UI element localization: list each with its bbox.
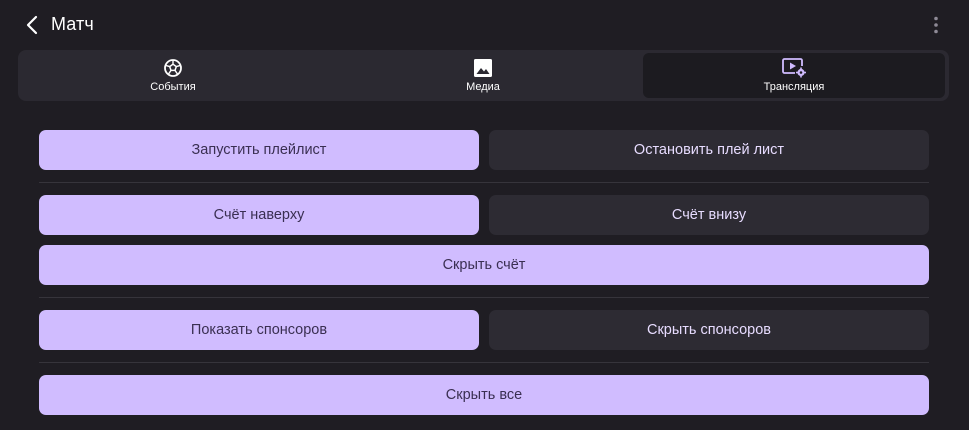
more-vertical-icon (934, 16, 938, 34)
tab-label: События (150, 81, 196, 93)
video-settings-icon (781, 58, 807, 78)
tab-label: Трансляция (763, 81, 825, 93)
score-bottom-button[interactable]: Счёт внизу (489, 195, 929, 235)
hide-score-button[interactable]: Скрыть счёт (39, 245, 929, 285)
divider (39, 297, 929, 298)
stop-playlist-button[interactable]: Остановить плей лист (489, 130, 929, 170)
more-options-button[interactable] (926, 13, 946, 37)
back-button[interactable] (20, 12, 44, 38)
divider (39, 362, 929, 363)
show-sponsors-button[interactable]: Показать спонсоров (39, 310, 479, 350)
score-top-button[interactable]: Счёт наверху (39, 195, 479, 235)
tab-bar: События Медиа Трансляция (18, 50, 949, 101)
soccer-ball-icon (163, 58, 183, 78)
tab-media[interactable]: Медиа (328, 50, 638, 101)
divider (39, 182, 929, 183)
hide-all-button[interactable]: Скрыть все (39, 375, 929, 415)
start-playlist-button[interactable]: Запустить плейлист (39, 130, 479, 170)
page-title: Матч (51, 14, 94, 34)
hide-sponsors-button[interactable]: Скрыть спонсоров (489, 310, 929, 350)
chevron-left-icon (26, 15, 38, 35)
top-app-bar: Матч (0, 0, 969, 50)
image-icon (473, 58, 493, 78)
tab-broadcast[interactable]: Трансляция (643, 53, 945, 98)
tab-label: Медиа (466, 81, 500, 93)
tab-events[interactable]: События (18, 50, 328, 101)
